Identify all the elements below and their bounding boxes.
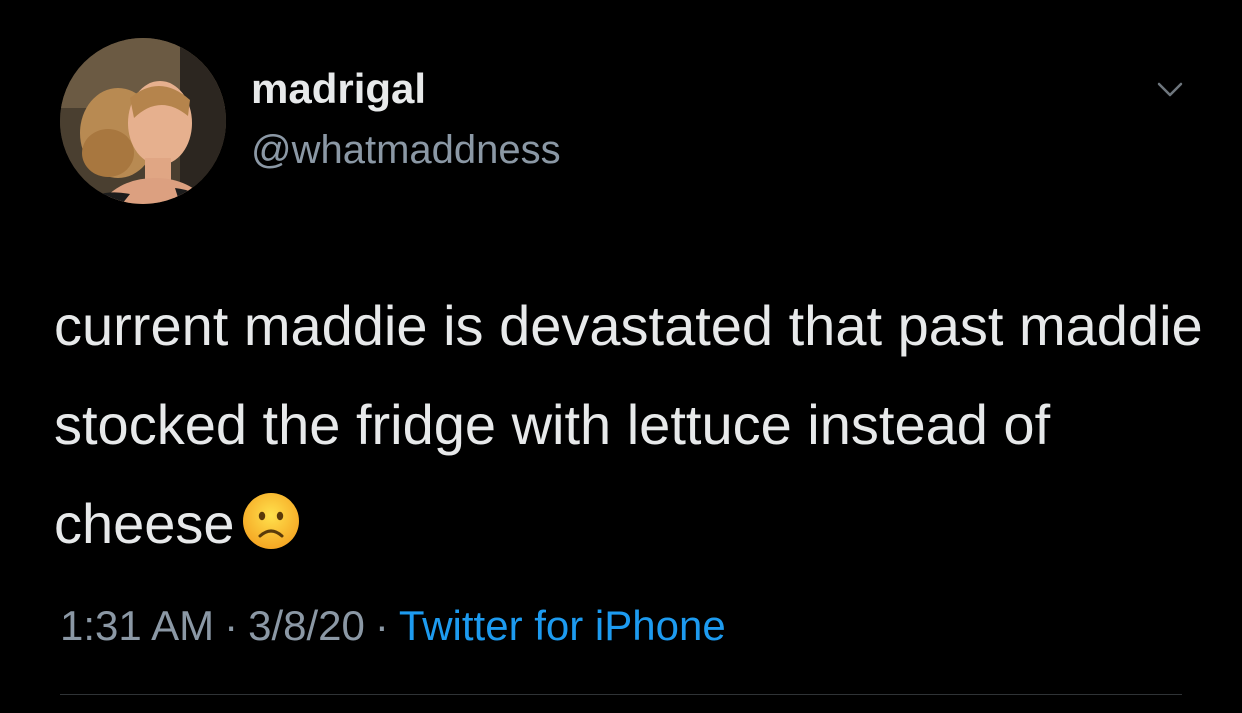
user-handle[interactable]: @whatmaddness (251, 126, 561, 174)
tweet-source-link[interactable]: Twitter for iPhone (399, 602, 726, 649)
meta-separator: · (224, 602, 239, 649)
tweet-card: madrigal @whatmaddness current maddie is… (0, 0, 1242, 713)
more-options-button[interactable] (1145, 70, 1195, 110)
profile-photo-icon (60, 38, 226, 204)
tweet-meta: 1:31 AM · 3/8/20 · Twitter for iPhone (60, 600, 726, 652)
tweet-time[interactable]: 1:31 AM (60, 602, 214, 649)
tweet-date[interactable]: 3/8/20 (248, 602, 365, 649)
meta-separator: · (374, 602, 389, 649)
divider (60, 694, 1182, 695)
display-name[interactable]: madrigal (251, 64, 426, 114)
avatar[interactable] (60, 38, 226, 204)
frowning-face-icon (241, 491, 301, 551)
tweet-body: current maddie is devastated that past m… (54, 294, 1203, 555)
chevron-down-icon (1157, 82, 1183, 97)
tweet-text: current maddie is devastated that past m… (54, 276, 1204, 573)
